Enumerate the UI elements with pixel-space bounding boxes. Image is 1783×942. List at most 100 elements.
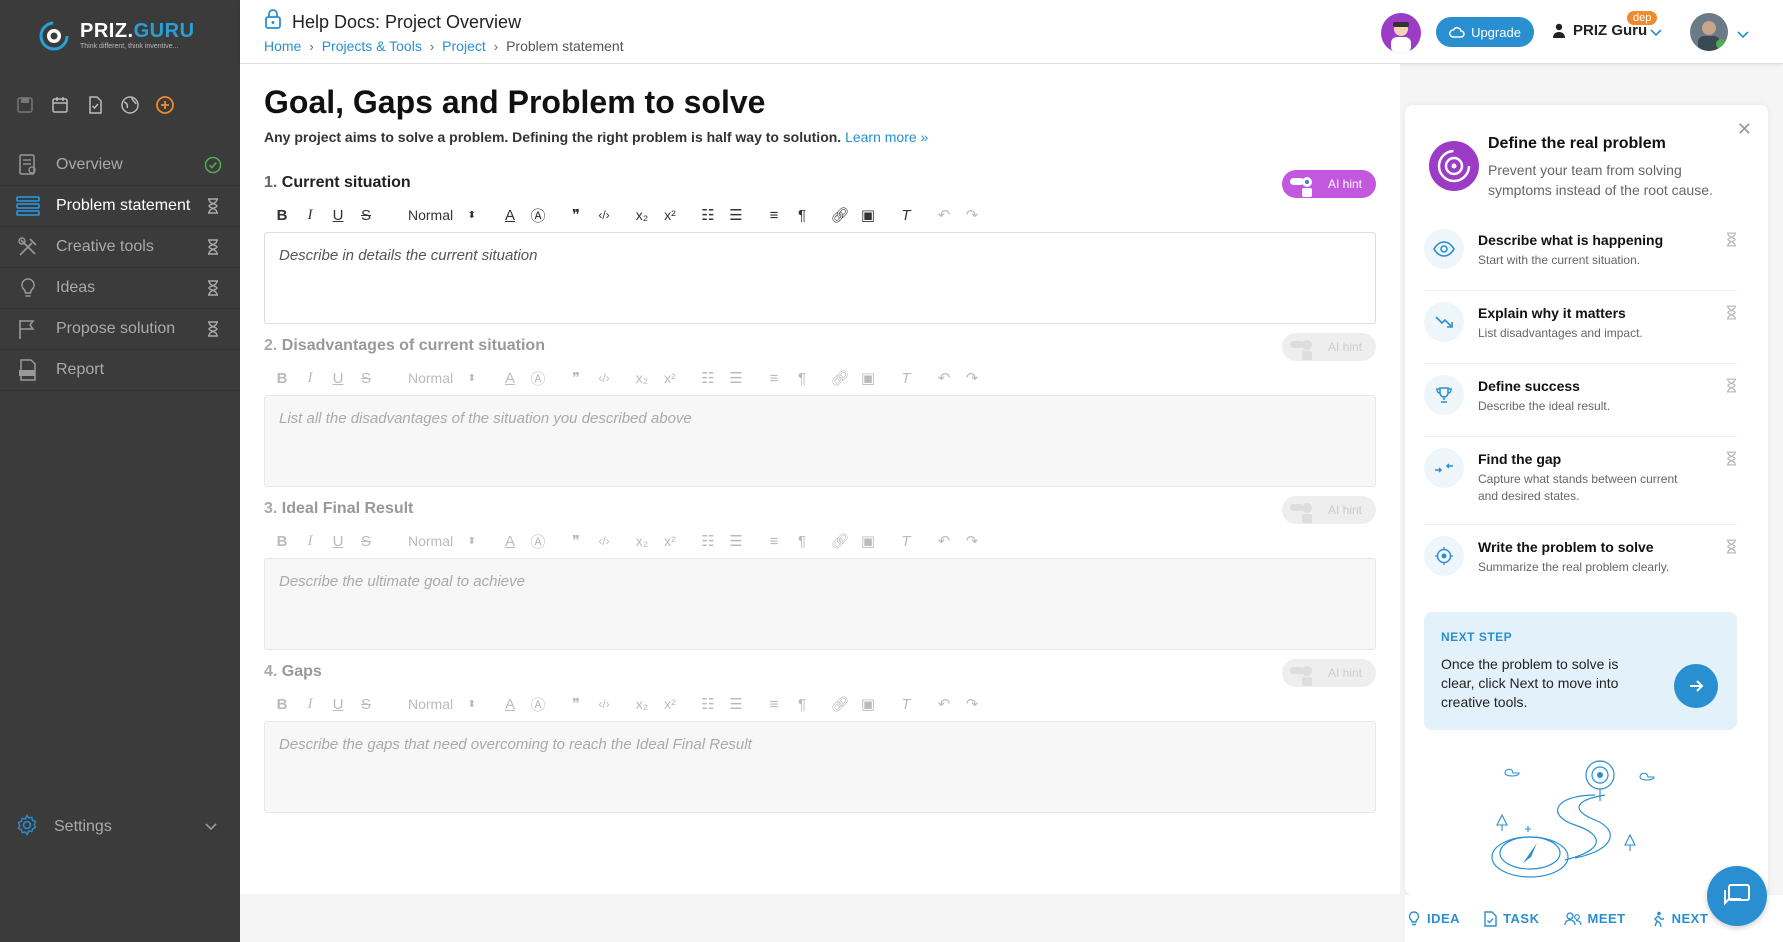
bold-button: B (276, 695, 288, 713)
blockquote-button: ❞ (571, 696, 581, 713)
italic-button: I (307, 695, 313, 712)
superscript-button[interactable]: x² (656, 203, 684, 227)
robot-icon (1290, 177, 1312, 197)
undo-button[interactable]: ↶ (930, 203, 958, 227)
breadcrumb-project[interactable]: Project (442, 38, 486, 54)
logo-wordmark: PRIZ.GURU (80, 20, 195, 42)
sidebar-item-ideas[interactable]: Ideas (0, 268, 240, 309)
format-select: Normal ⬍ (408, 533, 476, 549)
avatar[interactable] (1690, 13, 1728, 51)
next-step-label: NEXT STEP (1441, 630, 1513, 644)
guide-step[interactable]: Write the problem to solve Summarize the… (1424, 525, 1737, 598)
guide-step[interactable]: Describe what is happening Start with th… (1424, 218, 1737, 291)
italic-button: I (307, 532, 313, 549)
code-button[interactable]: ‹/› (590, 203, 618, 227)
section-disadvantages: 2. Disadvantages of current situation AI… (264, 333, 1376, 487)
chat-button[interactable] (1707, 866, 1767, 926)
sidebar-item-propose-solution[interactable]: Propose solution (0, 309, 240, 350)
hourglass-icon (1726, 451, 1737, 471)
stack-icon (16, 194, 40, 218)
section-title: 4. Gaps (264, 663, 322, 680)
hourglass-icon (1726, 232, 1737, 252)
next-step-button[interactable] (1674, 664, 1718, 708)
breadcrumb-home[interactable]: Home (264, 38, 301, 54)
image-button[interactable]: ▣ (854, 203, 882, 227)
text-direction-button[interactable]: ¶ (788, 203, 816, 227)
idea-button[interactable]: IDEA (1407, 910, 1460, 927)
format-select[interactable]: Normal ⬍ (390, 203, 486, 227)
disadvantages-editor: List all the disadvantages of the situat… (264, 395, 1376, 487)
text-direction-button: ¶ (797, 532, 807, 550)
sidebar-item-settings[interactable]: Settings (0, 807, 240, 847)
chevron-down-icon[interactable] (1650, 24, 1662, 42)
upgrade-button[interactable]: Upgrade (1436, 17, 1534, 47)
section-title: 3. Ideal Final Result (264, 500, 414, 517)
save-icon[interactable] (14, 94, 36, 116)
breadcrumb-projects[interactable]: Projects & Tools (322, 38, 422, 54)
meet-button[interactable]: MEET (1563, 911, 1626, 926)
step-description: Summarize the real problem clearly. (1478, 560, 1670, 574)
format-select: Normal ⬍ (408, 370, 476, 386)
page-subtitle: Any project aims to solve a problem. Def… (264, 129, 929, 145)
redo-button: ↷ (965, 696, 979, 713)
sidebar-item-overview[interactable]: Overview (0, 145, 240, 186)
sidebar-item-report[interactable]: Report (0, 350, 240, 391)
link-button[interactable]: 🔗︎ (826, 203, 854, 227)
ordered-list-button[interactable]: ☷ (694, 203, 722, 227)
highlight-button[interactable]: Ⓐ (524, 203, 552, 227)
calendar-icon[interactable] (49, 94, 71, 116)
ai-hint-button[interactable]: AI hint (1282, 170, 1376, 198)
current-situation-editor[interactable]: Describe in details the current situatio… (264, 232, 1376, 324)
guide-steps: Describe what is happening Start with th… (1424, 218, 1737, 598)
step-title: Describe what is happening (1478, 232, 1664, 248)
guide-step[interactable]: Define success Describe the ideal result… (1424, 364, 1737, 437)
clear-format-button: T (901, 369, 911, 387)
lightbulb-icon (1408, 910, 1420, 925)
quick-actions (14, 94, 176, 116)
blockquote-button[interactable]: ❞ (562, 203, 590, 227)
text-color-button: A (504, 369, 515, 387)
sidebar-item-problem-statement[interactable]: Problem statement (0, 186, 240, 227)
subscript-button[interactable]: x₂ (628, 203, 656, 227)
italic-button[interactable]: I (296, 203, 324, 227)
guide-step[interactable]: Find the gap Capture what stands between… (1424, 437, 1737, 525)
bold-button: B (276, 369, 288, 387)
bullet-list-button: ☰ (729, 696, 743, 713)
ordered-list-button: ☷ (701, 696, 715, 713)
guide-step[interactable]: Explain why it matters List disadvantage… (1424, 291, 1737, 364)
underline-button: U (332, 369, 344, 387)
gear-icon (16, 813, 38, 841)
sidebar-item-creative-tools[interactable]: Creative tools (0, 227, 240, 268)
bullet-list-button: ☰ (729, 370, 743, 387)
env-badge: dep (1627, 11, 1658, 25)
subscript-button: x₂ (635, 696, 649, 712)
ai-assistant-avatar[interactable] (1381, 13, 1421, 53)
bold-button[interactable]: B (268, 203, 296, 227)
sidebar-item-label: Overview (56, 156, 123, 173)
bullet-list-button[interactable]: ☰ (722, 203, 750, 227)
strikethrough-button[interactable]: S (352, 203, 380, 227)
trend-down-icon (1424, 302, 1464, 342)
text-color-button: A (504, 532, 515, 550)
step-title: Find the gap (1478, 451, 1562, 467)
align-button[interactable]: ≡ (760, 203, 788, 227)
link-button: 🔗︎ (830, 370, 850, 387)
chevron-down-icon[interactable] (1737, 26, 1749, 44)
next-button[interactable]: NEXT (1650, 911, 1709, 927)
learn-more-link[interactable]: Learn more » (845, 129, 928, 145)
logo[interactable]: PRIZ.GURU Think different, think inventi… (36, 10, 206, 56)
task-button[interactable]: TASK (1484, 910, 1539, 927)
redo-button[interactable]: ↷ (958, 203, 986, 227)
section-current-situation: 1. Current situation AI hint B I U S Nor… (264, 170, 1376, 324)
clear-format-button[interactable]: T (892, 203, 920, 227)
underline-button[interactable]: U (324, 203, 352, 227)
document-check-icon[interactable] (84, 94, 106, 116)
add-circle-icon[interactable] (154, 94, 176, 116)
text-color-button[interactable]: A (496, 203, 524, 227)
text-direction-button: ¶ (797, 369, 807, 387)
superscript-button: x² (664, 533, 676, 549)
lightbulb-icon (16, 276, 40, 300)
chevron-down-icon[interactable] (204, 819, 218, 838)
globe-icon[interactable] (119, 94, 141, 116)
close-icon[interactable]: ✕ (1737, 119, 1752, 140)
